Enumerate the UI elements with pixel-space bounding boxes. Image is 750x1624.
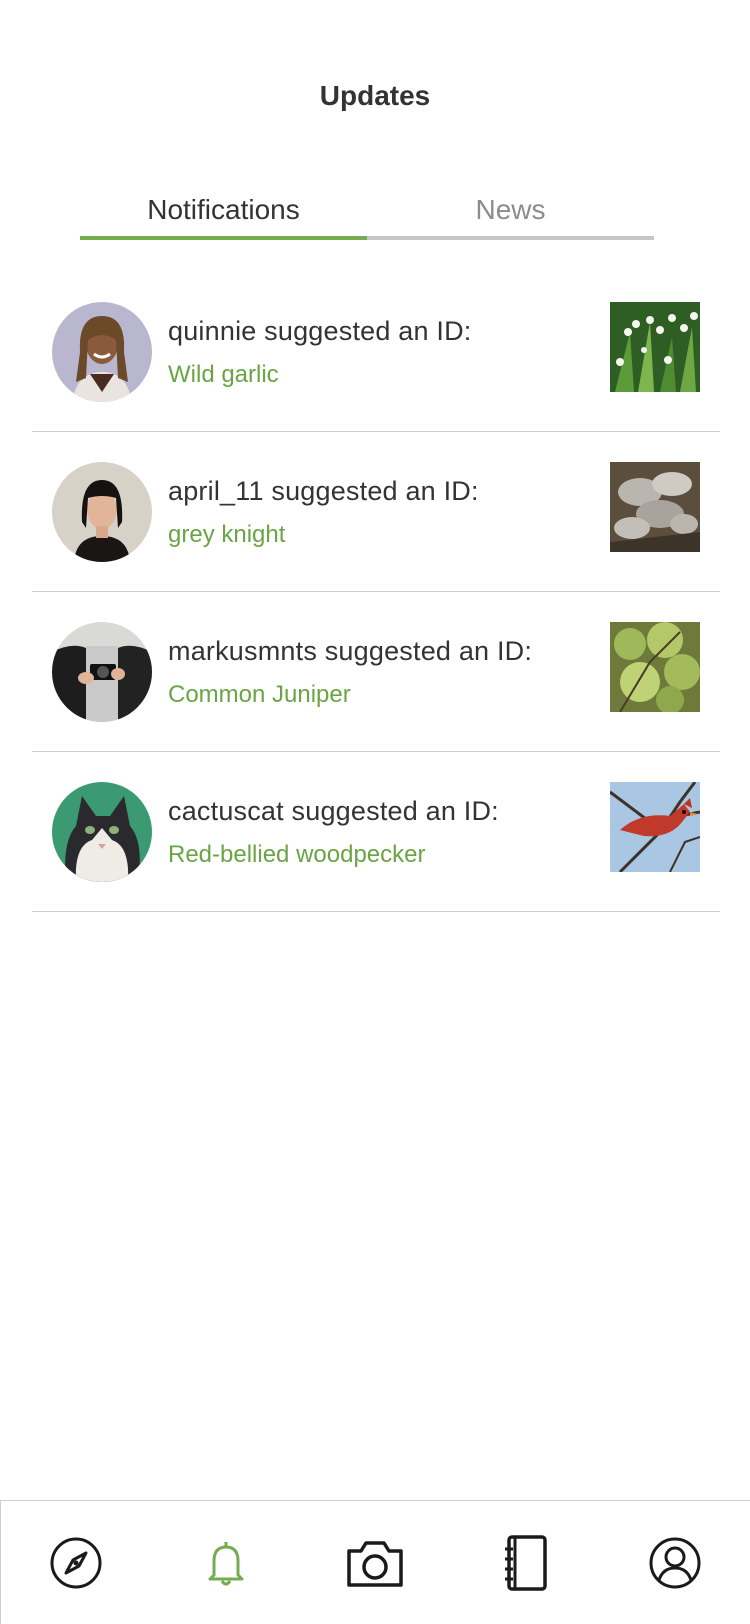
profile-icon bbox=[649, 1537, 701, 1588]
avatar[interactable] bbox=[52, 462, 152, 562]
segment-tabs: Notifications News bbox=[80, 190, 654, 240]
species-link[interactable]: Red-bellied woodpecker bbox=[168, 841, 590, 869]
notebook-icon bbox=[505, 1534, 548, 1591]
tab-notifications[interactable]: Notifications bbox=[80, 190, 367, 240]
observation-thumbnail[interactable] bbox=[610, 622, 700, 712]
observation-thumbnail[interactable] bbox=[610, 302, 700, 392]
bird-photo bbox=[610, 782, 700, 872]
person-with-camera-avatar bbox=[52, 622, 152, 722]
observation-thumbnail[interactable] bbox=[610, 782, 700, 872]
camera-icon bbox=[347, 1540, 404, 1587]
notification-row[interactable]: markusmnts suggested an ID: Common Junip… bbox=[32, 592, 720, 752]
notification-title: cactuscat suggested an ID: bbox=[168, 796, 499, 826]
observation-thumbnail[interactable] bbox=[610, 462, 700, 552]
bell-icon bbox=[208, 1541, 244, 1585]
notification-text: april_11 suggested an ID: grey knight bbox=[168, 476, 590, 549]
notification-row[interactable]: april_11 suggested an ID: grey knight bbox=[32, 432, 720, 592]
notification-title: markusmnts suggested an ID: bbox=[168, 636, 533, 666]
nav-explore[interactable] bbox=[36, 1523, 116, 1603]
notification-row[interactable]: cactuscat suggested an ID: Red-bellied w… bbox=[32, 752, 720, 912]
nav-camera[interactable] bbox=[335, 1523, 415, 1603]
avatar[interactable] bbox=[52, 302, 152, 402]
compass-icon bbox=[50, 1537, 102, 1588]
avatar[interactable] bbox=[52, 782, 152, 882]
juniper-photo bbox=[610, 622, 700, 712]
cat-avatar bbox=[52, 782, 152, 882]
nav-profile[interactable] bbox=[635, 1523, 715, 1603]
page-title: Updates bbox=[319, 80, 431, 111]
species-link[interactable]: Wild garlic bbox=[168, 361, 590, 389]
wild-garlic-photo bbox=[610, 302, 700, 392]
person-avatar bbox=[52, 302, 152, 402]
notification-text: quinnie suggested an ID: Wild garlic bbox=[168, 316, 590, 389]
nav-updates[interactable] bbox=[186, 1523, 266, 1603]
species-link[interactable]: grey knight bbox=[168, 521, 590, 549]
person-avatar bbox=[52, 462, 152, 562]
updates-screen: Updates Notifications News quinnie sugge… bbox=[0, 0, 750, 1624]
nav-journal[interactable] bbox=[485, 1523, 565, 1603]
notification-text: cactuscat suggested an ID: Red-bellied w… bbox=[168, 796, 590, 869]
notification-text: markusmnts suggested an ID: Common Junip… bbox=[168, 636, 590, 709]
notification-list: quinnie suggested an ID: Wild garlic apr… bbox=[32, 272, 720, 912]
tab-news[interactable]: News bbox=[367, 190, 654, 240]
notification-row[interactable]: quinnie suggested an ID: Wild garlic bbox=[32, 272, 720, 432]
species-link[interactable]: Common Juniper bbox=[168, 681, 590, 709]
avatar[interactable] bbox=[52, 622, 152, 722]
mushroom-photo bbox=[610, 462, 700, 552]
notification-title: quinnie suggested an ID: bbox=[168, 316, 472, 346]
notification-title: april_11 suggested an ID: bbox=[168, 476, 479, 506]
bottom-nav-bar bbox=[0, 1500, 750, 1624]
